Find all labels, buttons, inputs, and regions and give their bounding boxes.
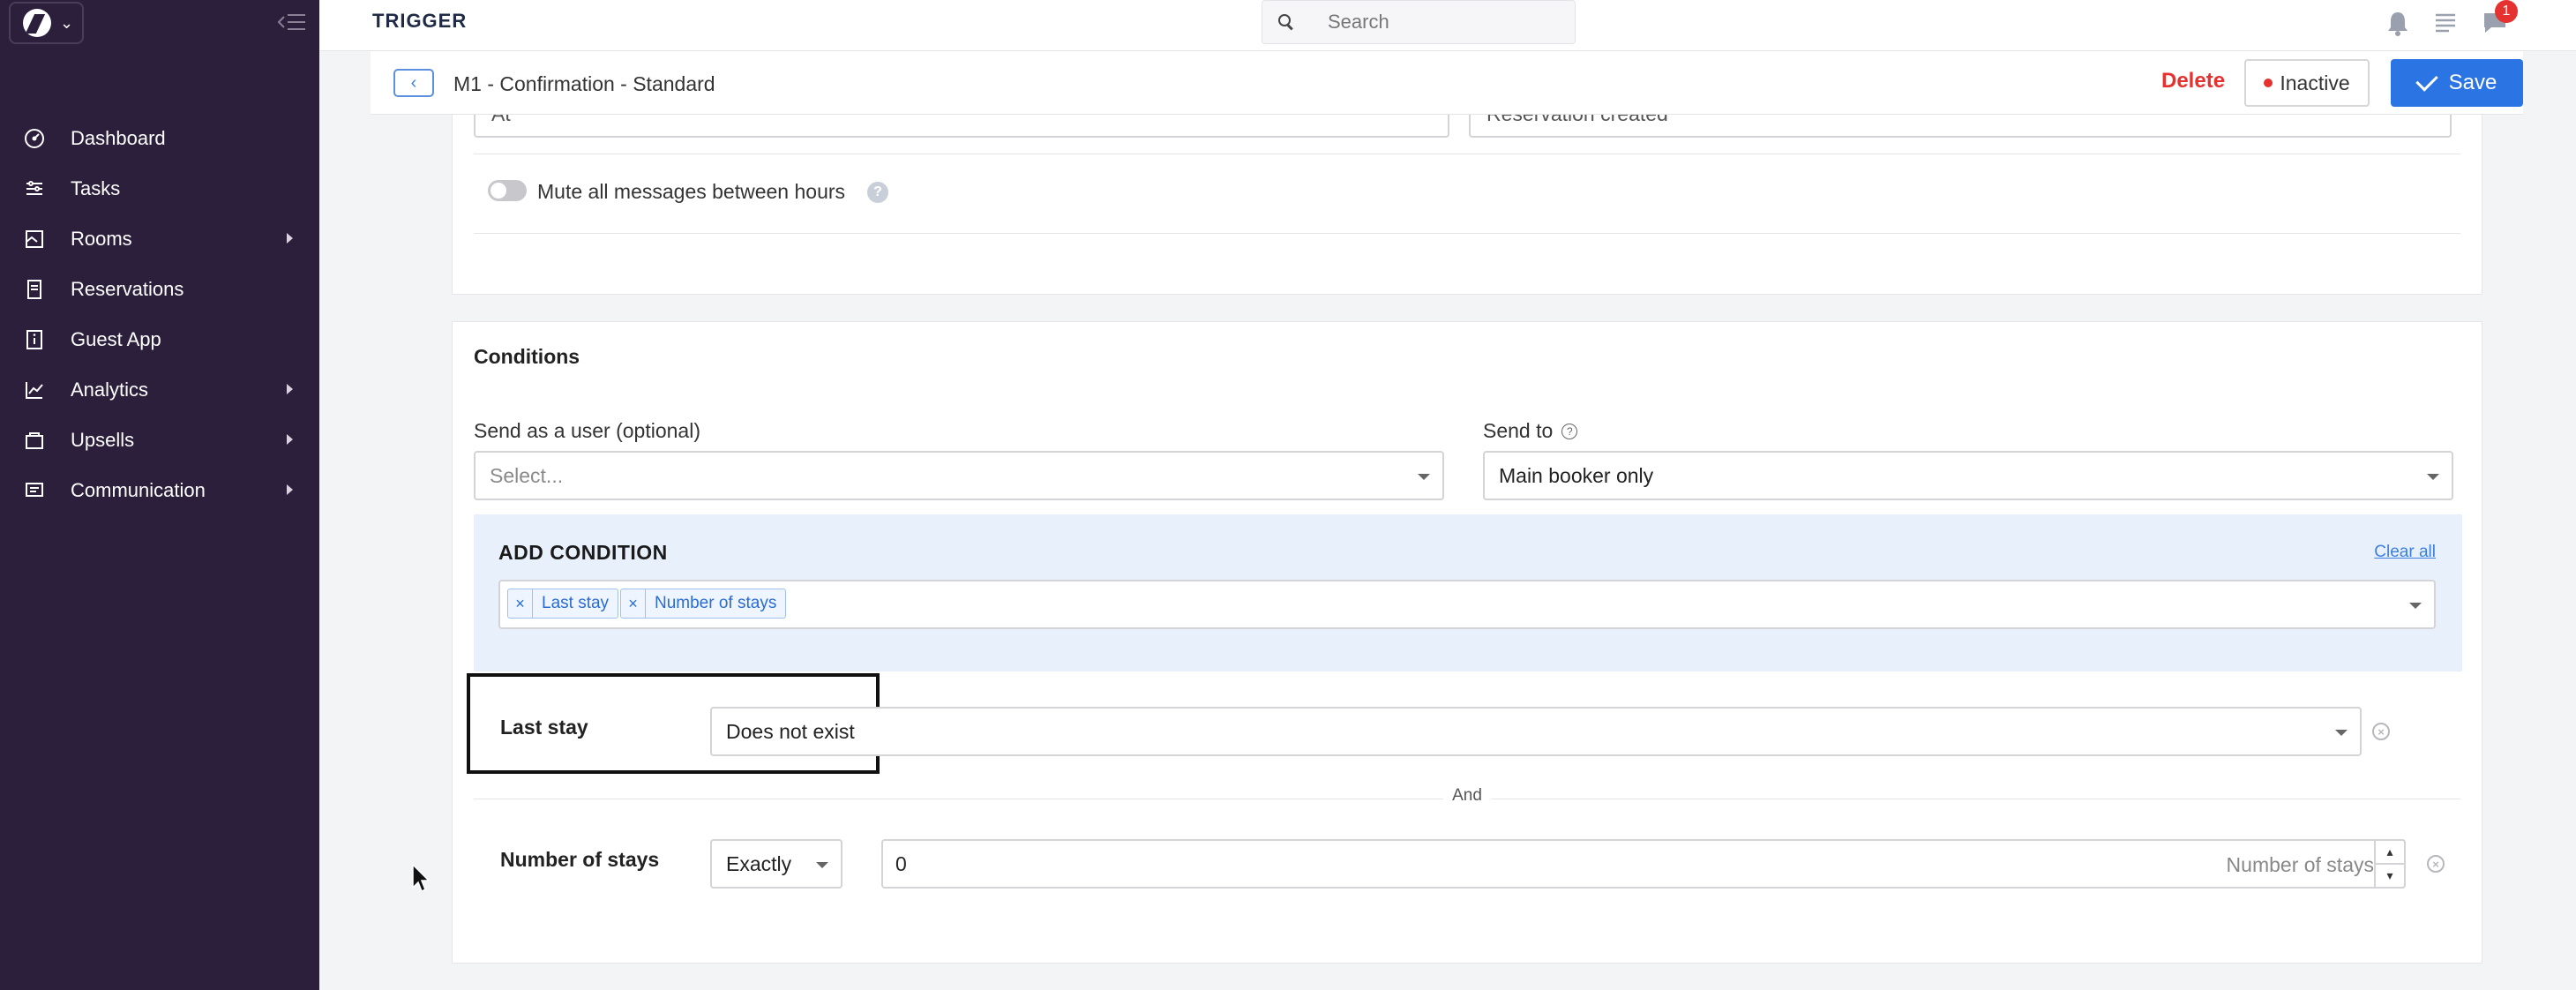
add-condition-title: ADD CONDITION	[498, 541, 668, 564]
send-to-label: Send to ?	[1483, 419, 1578, 443]
analytics-icon	[23, 379, 46, 401]
workspace-switcher[interactable]: ⌄	[9, 2, 84, 44]
sidebar-item-label: Reservations	[71, 277, 184, 300]
bell-icon[interactable]	[2382, 7, 2414, 39]
help-icon[interactable]: ?	[867, 182, 888, 203]
conditions-title: Conditions	[474, 345, 580, 368]
save-label: Save	[2448, 71, 2497, 94]
collapse-sidebar-icon[interactable]	[275, 9, 307, 35]
timing-select-left[interactable]: At	[474, 115, 1449, 138]
sidebar-item-label: Dashboard	[71, 126, 166, 149]
remove-tag-icon[interactable]: ×	[508, 589, 533, 618]
sidebar-item-dashboard[interactable]: Dashboard	[0, 113, 319, 163]
delete-button[interactable]: Delete	[2161, 69, 2225, 94]
reservations-icon	[23, 278, 46, 301]
sidebar-nav: Dashboard Tasks Rooms Reservations Guest…	[0, 113, 319, 515]
sidebar-item-label: Upsells	[71, 428, 135, 451]
dashboard-icon	[23, 127, 46, 150]
chevron-down-icon: ⌄	[60, 13, 74, 32]
sidebar-item-label: Analytics	[71, 378, 149, 401]
caret-down-icon	[2409, 603, 2422, 609]
sidebar: ⌄ Dashboard Tasks Rooms Reservations Gue…	[0, 0, 319, 990]
last-stay-select[interactable]: Does not exist	[710, 707, 2362, 756]
send-as-select[interactable]: Select...	[474, 451, 1444, 500]
remove-condition-icon[interactable]: ×	[2427, 855, 2445, 873]
sidebar-item-communication[interactable]: Communication	[0, 465, 319, 515]
trigger-title: M1 - Confirmation - Standard	[453, 72, 715, 95]
conditions-card: Conditions Send as a user (optional) Sel…	[452, 321, 2482, 964]
page-section-title: TRIGGER	[372, 10, 468, 32]
mute-label: Mute all messages between hours	[537, 180, 846, 203]
mute-toggle[interactable]	[488, 180, 527, 201]
caret-down-icon	[816, 862, 828, 868]
status-dot-icon	[2264, 79, 2273, 87]
timing-card: At Reservation created Mute all messages…	[452, 115, 2482, 295]
send-to-select[interactable]: Main booker only	[1483, 451, 2453, 500]
search-input[interactable]: Search	[1262, 0, 1576, 44]
tasks-icon	[23, 177, 46, 200]
number-of-stays-input[interactable]: 0 Number of stays ▴ ▾	[881, 839, 2406, 889]
search-placeholder: Search	[1328, 11, 1389, 33]
status-label: Inactive	[2280, 71, 2350, 94]
remove-condition-icon[interactable]: ×	[2372, 723, 2390, 740]
sidebar-item-label: Guest App	[71, 327, 161, 350]
remove-tag-icon[interactable]: ×	[621, 589, 646, 618]
sidebar-item-label: Tasks	[71, 176, 121, 199]
decrement-icon[interactable]: ▾	[2376, 865, 2404, 887]
logo-icon	[23, 9, 51, 37]
and-label: And	[453, 786, 2482, 806]
help-icon[interactable]: ?	[1561, 423, 1578, 439]
timing-select-right[interactable]: Reservation created	[1469, 115, 2452, 138]
sidebar-item-tasks[interactable]: Tasks	[0, 163, 319, 214]
check-icon	[2415, 69, 2438, 92]
rooms-icon	[23, 228, 46, 251]
caret-right-icon	[287, 434, 293, 445]
sidebar-item-label: Rooms	[71, 227, 132, 250]
list-icon[interactable]	[2430, 7, 2461, 39]
save-button[interactable]: Save	[2391, 59, 2523, 107]
condition-multiselect[interactable]: × Last stay × Number of stays	[498, 580, 2436, 629]
top-bar: TRIGGER Search 1	[319, 0, 2576, 51]
caret-right-icon	[287, 384, 293, 394]
input-suffix: Number of stays	[2226, 853, 2374, 876]
mouse-cursor-icon	[411, 863, 432, 895]
back-button[interactable]: ‹	[393, 69, 434, 97]
condition-tag: × Number of stays	[620, 589, 787, 619]
add-condition-panel: ADD CONDITION Clear all × Last stay × Nu…	[474, 514, 2462, 671]
condition-tag: × Last stay	[507, 589, 619, 619]
upsells-icon	[23, 429, 46, 452]
sidebar-item-reservations[interactable]: Reservations	[0, 264, 319, 314]
notification-badge: 1	[2495, 0, 2518, 23]
sidebar-item-upsells[interactable]: Upsells	[0, 415, 319, 465]
number-of-stays-label: Number of stays	[500, 848, 660, 871]
sidebar-item-label: Communication	[71, 478, 206, 501]
caret-right-icon	[287, 233, 293, 244]
last-stay-label: Last stay	[500, 716, 588, 739]
caret-down-icon	[1418, 474, 1430, 480]
sidebar-item-guest-app[interactable]: Guest App	[0, 314, 319, 364]
chat-icon[interactable]: 1	[2479, 0, 2518, 39]
guest-app-icon	[23, 328, 46, 351]
operator-select[interactable]: Exactly	[710, 839, 842, 889]
editor-header: ‹ M1 - Confirmation - Standard Delete In…	[371, 51, 2523, 115]
sidebar-item-analytics[interactable]: Analytics	[0, 364, 319, 415]
search-icon	[1277, 12, 1296, 32]
caret-down-icon	[2335, 730, 2348, 736]
communication-icon	[23, 479, 46, 502]
status-toggle-button[interactable]: Inactive	[2244, 59, 2370, 107]
caret-right-icon	[287, 484, 293, 495]
caret-down-icon	[2427, 474, 2439, 480]
send-as-label: Send as a user (optional)	[474, 419, 700, 442]
clear-all-link[interactable]: Clear all	[2374, 543, 2436, 562]
chevron-left-icon: ‹	[410, 72, 417, 93]
increment-icon[interactable]: ▴	[2376, 841, 2404, 865]
sidebar-item-rooms[interactable]: Rooms	[0, 214, 319, 264]
number-stepper[interactable]: ▴ ▾	[2374, 839, 2406, 889]
divider	[474, 233, 2460, 234]
